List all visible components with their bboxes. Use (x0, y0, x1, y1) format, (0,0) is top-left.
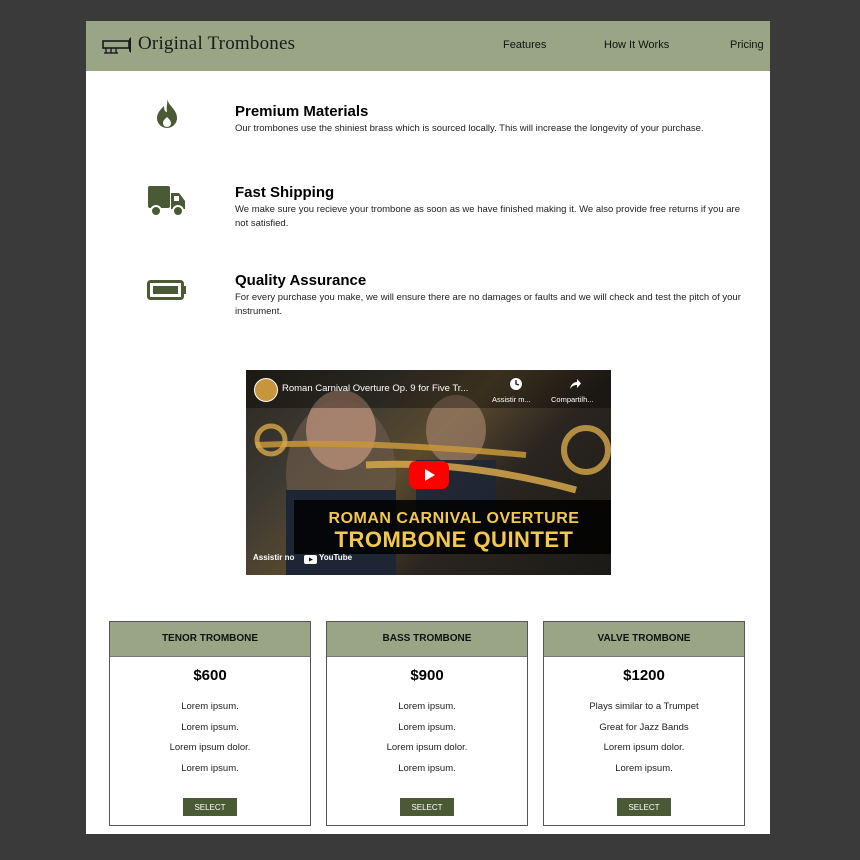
feature-desc-fast-shipping: We make sure you recieve your trombone a… (235, 204, 740, 229)
product-name: TENOR TROMBONE (161, 633, 259, 644)
product-feature: Lorem ipsum. (615, 763, 673, 774)
pricing-card-header: VALVE TROMBONE (544, 622, 744, 657)
battery-icon (147, 280, 186, 300)
select-button-valve[interactable]: SELECT (617, 798, 671, 816)
play-button-icon[interactable] (409, 461, 449, 489)
select-button-bass[interactable]: SELECT (400, 798, 454, 816)
trombone-logo-icon[interactable] (102, 36, 132, 56)
watch-later-label[interactable]: Assistir m... (492, 395, 531, 404)
product-price: $900 (410, 667, 444, 684)
pricing-card-bass: BASS TROMBONE $900 Lorem ipsum. Lorem ip… (326, 621, 528, 826)
product-name: BASS TROMBONE (382, 633, 472, 644)
product-feature: Great for Jazz Bands (599, 722, 689, 733)
video-embed[interactable]: Roman Carnival Overture Op. 9 for Five T… (246, 370, 611, 575)
page: Original Trombones Features How It Works… (86, 21, 770, 834)
feature-title-quality-assurance: Quality Assurance (235, 272, 367, 289)
share-icon[interactable] (568, 377, 582, 391)
header-navbar: Original Trombones Features How It Works… (86, 21, 770, 71)
select-button-tenor[interactable]: SELECT (183, 798, 237, 816)
product-feature: Lorem ipsum dolor. (169, 742, 251, 753)
nav-link-how-it-works[interactable]: How It Works (604, 39, 669, 51)
product-feature: Lorem ipsum dolor. (603, 742, 685, 753)
banner-line-1: ROMAN CARNIVAL OVERTURE (328, 510, 580, 527)
watch-on-label[interactable]: Assistir no (253, 553, 294, 562)
product-feature: Lorem ipsum. (181, 763, 239, 774)
clock-icon[interactable] (509, 377, 523, 391)
feature-desc-premium-materials: Our trombones use the shiniest brass whi… (235, 123, 704, 134)
share-label[interactable]: Compartilh... (551, 395, 594, 404)
flame-icon (157, 98, 177, 128)
product-feature: Lorem ipsum. (398, 701, 456, 712)
pricing-card-header: TENOR TROMBONE (110, 622, 310, 657)
product-feature: Lorem ipsum. (181, 701, 239, 712)
pricing-card-tenor: TENOR TROMBONE $600 Lorem ipsum. Lorem i… (109, 621, 311, 826)
channel-avatar[interactable] (254, 378, 278, 402)
truck-icon (148, 186, 185, 217)
nav-link-features[interactable]: Features (503, 39, 546, 51)
product-feature: Plays similar to a Trumpet (589, 701, 699, 712)
product-feature: Lorem ipsum. (398, 763, 456, 774)
banner-line-2: TROMBONE QUINTET (334, 527, 574, 552)
video-title[interactable]: Roman Carnival Overture Op. 9 for Five T… (282, 383, 468, 394)
youtube-label[interactable]: YouTube (319, 553, 352, 562)
product-price: $1200 (623, 667, 665, 684)
feature-desc-quality-assurance: For every purchase you make, we will ens… (235, 292, 741, 317)
video-title-banner: ROMAN CARNIVAL OVERTURE TROMBONE QUINTET (294, 500, 611, 554)
product-name: VALVE TROMBONE (597, 633, 691, 644)
pricing-card-valve: VALVE TROMBONE $1200 Plays similar to a … (543, 621, 745, 826)
pricing-card-header: BASS TROMBONE (327, 622, 527, 657)
feature-title-fast-shipping: Fast Shipping (235, 184, 335, 201)
product-price: $600 (193, 667, 227, 684)
nav-link-pricing[interactable]: Pricing (730, 39, 764, 51)
product-feature: Lorem ipsum dolor. (386, 742, 468, 753)
brand-name[interactable]: Original Trombones (138, 33, 295, 55)
youtube-logo-icon[interactable] (304, 555, 317, 564)
product-feature: Lorem ipsum. (398, 722, 456, 733)
feature-title-premium-materials: Premium Materials (235, 103, 369, 120)
product-feature: Lorem ipsum. (181, 722, 239, 733)
